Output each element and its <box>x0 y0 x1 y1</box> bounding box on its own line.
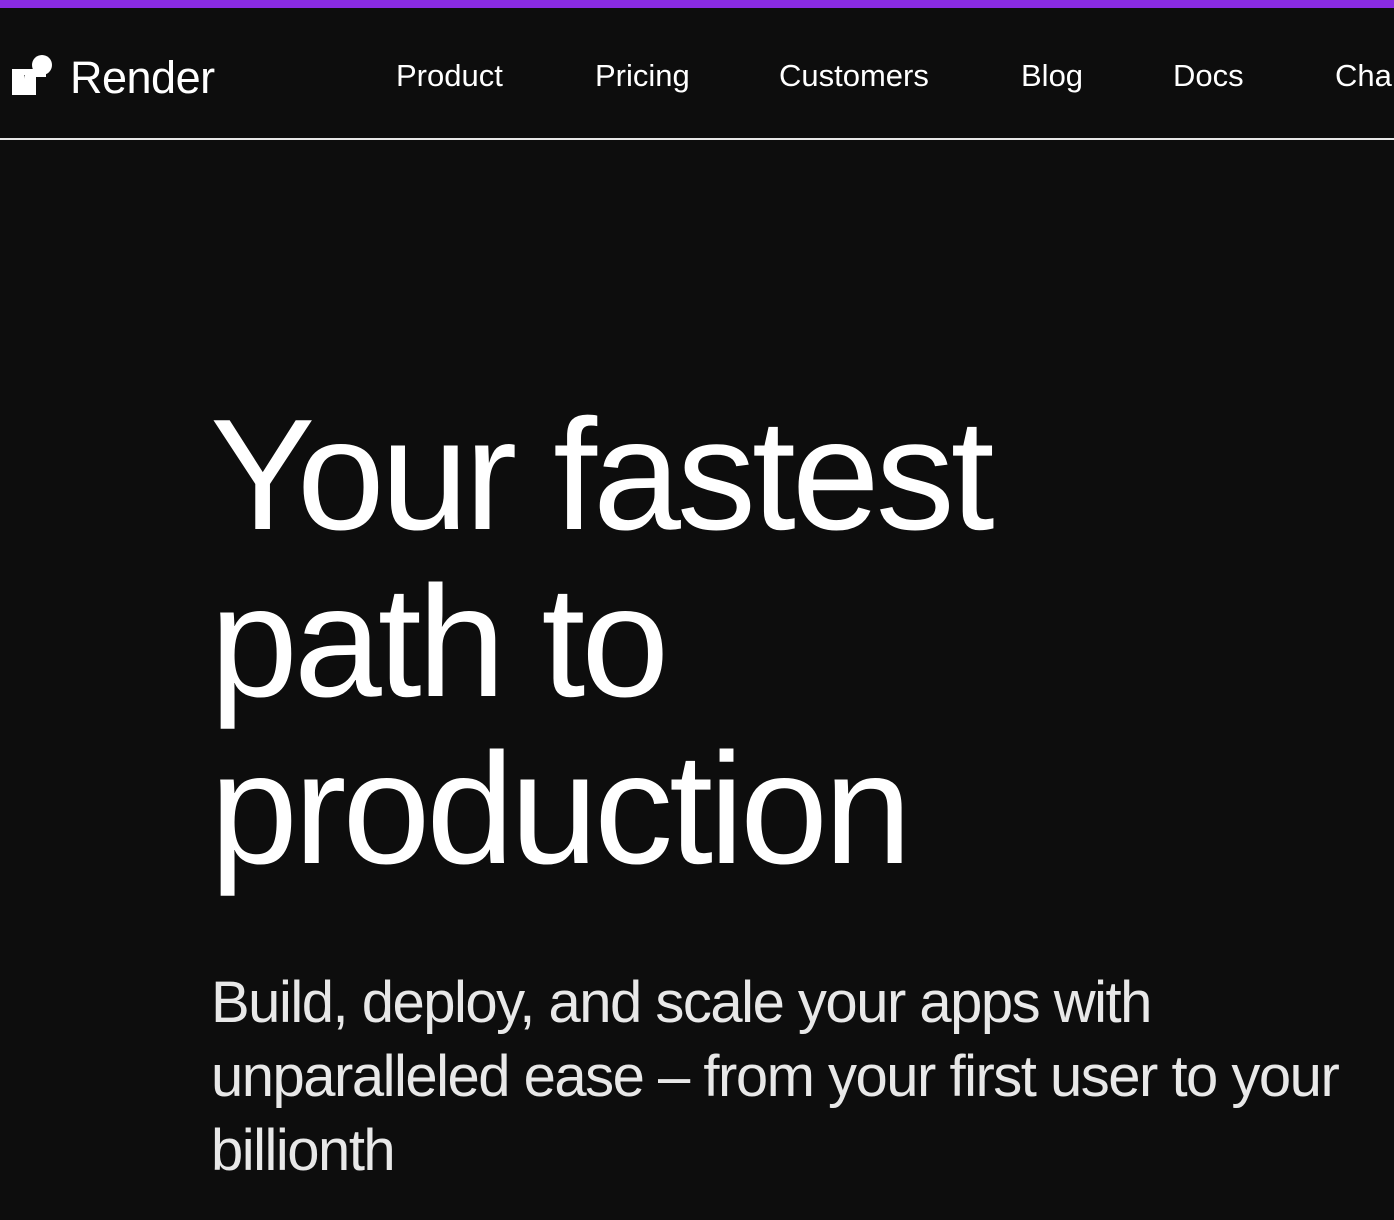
nav-link-pricing[interactable]: Pricing <box>595 56 690 96</box>
hero-title-line: path to <box>210 554 669 730</box>
nav-link-blog[interactable]: Blog <box>1021 56 1083 96</box>
nav-link-product[interactable]: Product <box>396 56 503 96</box>
hero-subtitle-line: Build, deploy, and scale your apps with <box>211 970 1152 1035</box>
hero-subtitle-line: unparalleled ease – from your first user… <box>211 1044 1340 1109</box>
hero-subtitle-line: billionth <box>211 1118 396 1183</box>
hero-title-line: production <box>210 721 912 897</box>
nav-link-changelog[interactable]: Cha <box>1335 56 1392 96</box>
nav-link-docs[interactable]: Docs <box>1173 56 1244 96</box>
nav-link-customers[interactable]: Customers <box>779 56 929 96</box>
top-accent-bar <box>0 0 1394 8</box>
top-navbar: Render Product Pricing Customers Blog Do… <box>0 8 1394 140</box>
hero-subtitle: Build, deploy, and scale your apps with … <box>211 966 1381 1188</box>
primary-nav: Product Pricing Customers Blog Docs Cha <box>0 56 1394 96</box>
hero-title-line: Your fastest <box>210 387 995 563</box>
hero-title: Your fastest path to production <box>210 392 1310 893</box>
